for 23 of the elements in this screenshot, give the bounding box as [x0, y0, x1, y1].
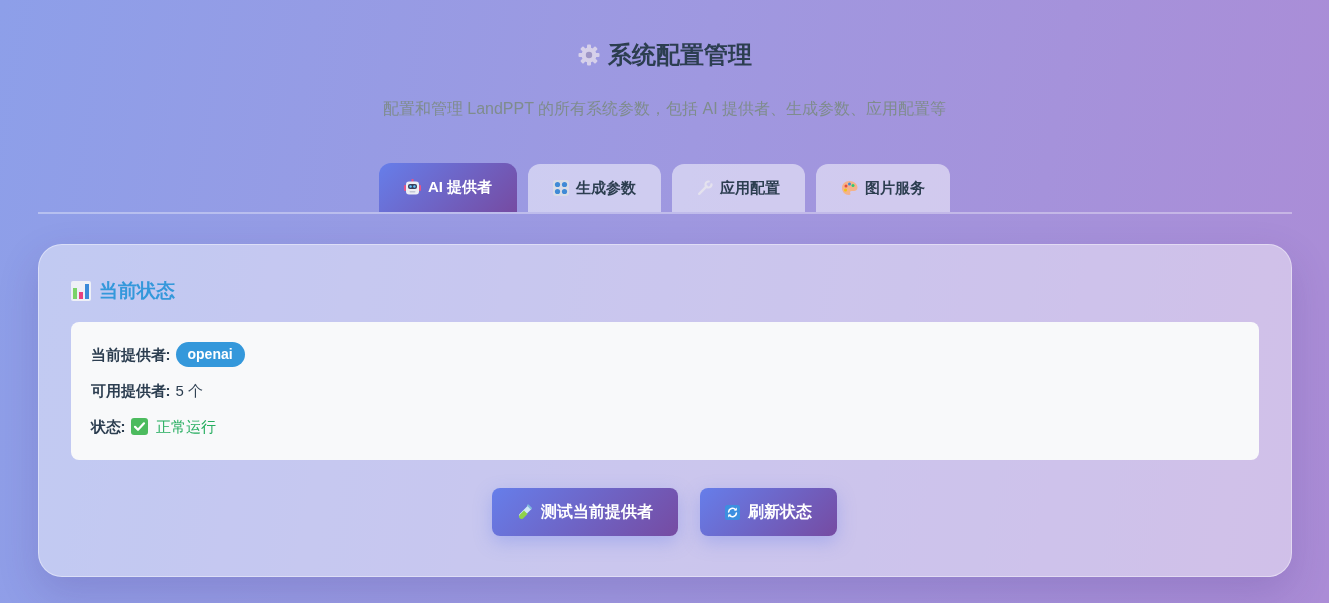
field-label: 状态:: [90, 417, 126, 437]
tab[interactable]: 图片服务: [816, 164, 951, 212]
page-subtitle: 配置和管理 LandPPT 的所有系统参数，包括 AI 提供者、生成参数、应用配置等: [381, 99, 948, 119]
field-label: 可用提供者:: [90, 381, 171, 401]
tab[interactable]: 应用配置: [672, 164, 806, 212]
field-value: 5 个: [175, 381, 203, 401]
palette-icon: [841, 180, 859, 196]
control-knobs-icon: [553, 180, 570, 196]
bar-chart-icon: [70, 281, 91, 301]
robot-icon: [403, 179, 421, 196]
tab[interactable]: 生成参数: [528, 164, 662, 212]
refresh-button[interactable]: 刷新状态: [700, 488, 837, 536]
tab[interactable]: AI 提供者: [378, 163, 518, 212]
checkbox-icon: [130, 418, 148, 435]
refresh-icon: [725, 504, 740, 520]
page-title: 系统配置管理: [607, 40, 752, 70]
test-provider-button[interactable]: 测试当前提供者: [492, 488, 678, 536]
test-tube-icon: [517, 504, 533, 520]
provider-badge: openai: [175, 342, 245, 367]
field-label: 当前提供者:: [90, 345, 171, 365]
section-title: 当前状态: [98, 279, 175, 303]
gear-icon: [577, 44, 600, 66]
status-text: 正常运行: [155, 417, 216, 437]
